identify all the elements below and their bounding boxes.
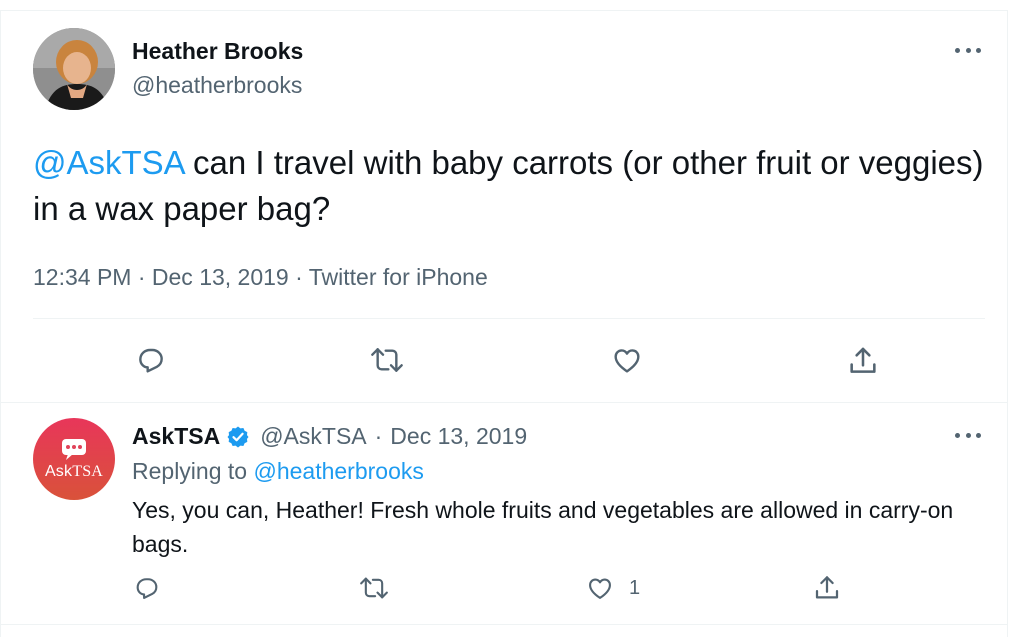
share-icon xyxy=(815,576,839,599)
author-name[interactable]: Heather Brooks xyxy=(132,38,303,65)
tweet-date[interactable]: Dec 13, 2019 xyxy=(152,264,289,290)
divider xyxy=(0,624,1008,625)
tweet-time[interactable]: 12:34 PM xyxy=(33,264,131,290)
heather-avatar[interactable] xyxy=(33,28,115,110)
share-icon xyxy=(850,347,876,373)
chat-bubble-icon xyxy=(62,439,86,460)
divider xyxy=(33,318,985,319)
meta-separator: · xyxy=(295,264,303,290)
divider xyxy=(0,402,1008,403)
more-options-icon[interactable] xyxy=(955,45,981,55)
reply-author-handle[interactable]: @AskTSA xyxy=(260,423,366,450)
like-count: 1 xyxy=(629,576,641,599)
retweet-icon xyxy=(360,577,388,599)
avatar-wordmark-tsa: TSA xyxy=(72,463,104,480)
like-button[interactable] xyxy=(610,344,644,376)
author-handle[interactable]: @heatherbrooks xyxy=(132,72,302,99)
more-options-icon[interactable] xyxy=(955,430,981,440)
retweet-icon xyxy=(371,348,403,372)
share-button[interactable] xyxy=(812,573,842,603)
share-button[interactable] xyxy=(846,344,880,378)
avatar-wordmark: AskTSA xyxy=(33,463,115,481)
replying-to-label: Replying to xyxy=(132,458,248,484)
like-button[interactable]: 1 xyxy=(585,574,640,602)
verified-icon xyxy=(227,426,249,447)
meta-separator: · xyxy=(374,423,383,449)
reply-text: Yes, you can, Heather! Fresh whole fruit… xyxy=(132,497,954,557)
heart-icon xyxy=(614,349,640,373)
tweet-meta: 12:34 PM · Dec 13, 2019 · Twitter for iP… xyxy=(33,264,488,291)
reply-icon xyxy=(136,578,158,599)
person-photo-icon xyxy=(33,28,115,110)
tweet-source[interactable]: Twitter for iPhone xyxy=(309,264,488,290)
reply-header: AskTSA @AskTSA · Dec 13, 2019 xyxy=(132,423,527,450)
avatar-wordmark-ask: Ask xyxy=(44,463,73,480)
asktsa-avatar[interactable]: AskTSA xyxy=(33,418,115,500)
reply-date[interactable]: Dec 13, 2019 xyxy=(390,423,527,450)
replying-to-link[interactable]: @heatherbrooks xyxy=(253,458,423,484)
mention-link[interactable]: @AskTSA xyxy=(33,144,184,181)
meta-separator: · xyxy=(137,264,146,290)
reply-author-name[interactable]: AskTSA xyxy=(132,423,220,450)
retweet-button[interactable] xyxy=(369,344,405,376)
reply-icon xyxy=(139,348,163,373)
tweet-text: @AskTSA can I travel with baby carrots (… xyxy=(33,140,988,232)
reply-button[interactable] xyxy=(135,344,167,376)
heart-icon xyxy=(589,578,611,599)
retweet-button[interactable] xyxy=(358,574,390,602)
reply-button[interactable] xyxy=(133,574,161,602)
replying-to: Replying to @heatherbrooks xyxy=(132,458,424,485)
